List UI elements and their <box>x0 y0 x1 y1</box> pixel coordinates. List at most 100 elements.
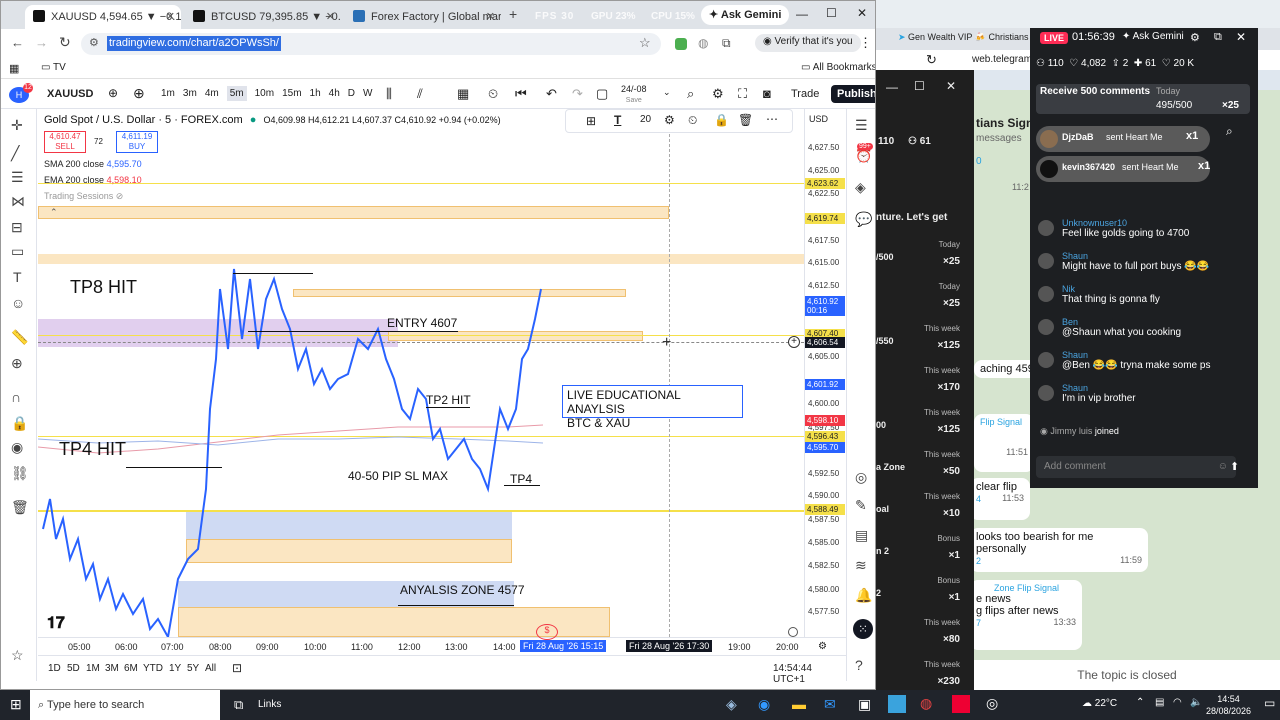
layout-square-icon[interactable]: ▢ <box>596 86 608 102</box>
settings-icon[interactable]: ⚙ <box>818 641 827 652</box>
lock-icon[interactable]: 🔒 <box>714 113 729 127</box>
apps-grid-icon[interactable]: ⁙ <box>853 619 873 639</box>
text-color-icon[interactable]: T <box>614 113 621 127</box>
range-3m[interactable]: 3M <box>105 663 119 674</box>
comment-input[interactable]: Add comment ☺ <box>1036 456 1236 478</box>
more-icon[interactable]: ⋯ <box>766 112 778 126</box>
bookmark-tv[interactable]: ▭ TV <box>41 62 66 73</box>
apps-grid-icon[interactable]: ▦ <box>9 62 19 75</box>
magnet-icon[interactable]: ∩ <box>11 389 21 405</box>
compare-add-icon[interactable]: ⊕ <box>133 85 145 102</box>
range-ytd[interactable]: YTD <box>143 663 163 674</box>
tg-tab[interactable]: ➤ Gen Wealth VIP 🍻 Christians <box>898 32 1028 43</box>
forward-icon[interactable]: → <box>35 35 48 50</box>
network-icon[interactable]: ▤ <box>1155 697 1164 708</box>
weather[interactable]: ☁ 22°C <box>1082 698 1117 709</box>
interval-10m[interactable]: 10m <box>255 88 274 99</box>
add-alert-icon[interactable]: + <box>788 336 800 348</box>
range-5d[interactable]: 5D <box>67 663 80 674</box>
chrome-icon[interactable]: ◍ <box>920 695 932 712</box>
zoom-icon[interactable]: ⊕ <box>11 355 23 372</box>
obs-icon[interactable]: ◎ <box>986 695 998 712</box>
star-icon[interactable]: ☆ <box>11 647 24 664</box>
reload-icon[interactable]: ↻ <box>926 52 937 68</box>
interval-3m[interactable]: 3m <box>183 88 197 99</box>
interval-4h[interactable]: 4h <box>329 88 340 99</box>
interval-15m[interactable]: 15m <box>282 88 301 99</box>
fib-icon[interactable]: ☰ <box>11 169 24 186</box>
price-axis[interactable]: USD 4,627.50 4,625.00 4,622.50 4,617.50 … <box>804 109 846 637</box>
emoji-icon[interactable]: ☺ <box>1218 461 1228 472</box>
range-all[interactable]: All <box>205 663 216 674</box>
undo-icon[interactable]: ↶ <box>546 86 557 102</box>
interval-W[interactable]: W <box>363 88 372 99</box>
eye-icon[interactable]: ◉ <box>11 439 23 456</box>
file-explorer-icon[interactable]: ▬ <box>792 696 806 712</box>
trade-button[interactable]: Trade <box>791 88 819 100</box>
calendar-icon[interactable]: ▤ <box>855 527 868 544</box>
bar-style-icon[interactable]: ⫼ <box>386 86 392 102</box>
range-5y[interactable]: 5Y <box>187 663 199 674</box>
edge-icon[interactable]: ◉ <box>758 696 770 713</box>
sma-legend[interactable]: SMA 200 close 4,595.70 <box>44 159 142 169</box>
settings-icon[interactable]: ⚙ <box>1190 31 1200 44</box>
interval-1m[interactable]: 1m <box>161 88 175 99</box>
emoji-icon[interactable]: ☺ <box>11 295 25 311</box>
minimize-button[interactable]: — <box>796 7 808 21</box>
taskbar-clock[interactable]: 14:54 28/08/2026 <box>1206 693 1251 717</box>
new-tab-icon[interactable]: + <box>509 6 517 22</box>
ask-gemini-button[interactable]: ✦ Ask Gemini <box>701 5 790 25</box>
tray-up-icon[interactable]: ⌃ <box>1136 697 1144 708</box>
verify-identity-button[interactable]: ◉ Verify that it's you <box>755 34 861 52</box>
layers-icon[interactable]: ◈ <box>855 179 866 196</box>
range-1d[interactable]: 1D <box>48 663 61 674</box>
date-range-icon[interactable]: ⊡ <box>232 661 242 675</box>
ema-legend[interactable]: EMA 200 close 4,598.10 <box>44 175 142 185</box>
camera-icon[interactable]: ◙ <box>763 86 771 101</box>
settings-icon[interactable] <box>788 627 798 637</box>
taskbar-links[interactable]: Links <box>258 699 281 710</box>
maximize-button[interactable]: ☐ <box>826 6 837 20</box>
redo-icon[interactable]: ↷ <box>572 86 583 102</box>
taskbar-search[interactable]: ⌕ Type here to search <box>30 690 220 720</box>
tiktok-icon[interactable] <box>952 695 970 713</box>
settings-icon[interactable]: ⚙ <box>664 113 675 127</box>
extension-icon[interactable] <box>675 38 687 50</box>
settings-icon[interactable]: ⚙ <box>712 86 724 102</box>
mail-icon[interactable]: ✉ <box>824 696 836 713</box>
send-icon[interactable]: ⬆ <box>1230 460 1239 473</box>
tab-forex-factory[interactable]: Forex Factory | Global markets✕ <box>345 5 501 29</box>
close-icon[interactable]: ✕ <box>326 10 335 23</box>
minimize-button[interactable]: — <box>886 80 898 94</box>
range-1m[interactable]: 1M <box>86 663 100 674</box>
pencil-icon[interactable]: ✎ <box>855 497 867 514</box>
close-icon[interactable]: ✕ <box>1236 30 1246 44</box>
symbol-search[interactable]: XAUUSD <box>47 88 93 100</box>
watchlist-icon[interactable]: ☰ <box>855 117 868 134</box>
text-icon[interactable]: T <box>13 269 22 285</box>
search-icon[interactable]: ⌕ <box>1226 124 1233 139</box>
interval-1h[interactable]: 1h <box>310 88 321 99</box>
ruler-icon[interactable]: 📏 <box>11 329 28 346</box>
stream-icon[interactable]: ≋ <box>855 557 867 574</box>
tab-xauusd[interactable]: XAUUSD 4,594.65 ▼ −0.15% 2✕ <box>25 5 181 29</box>
close-icon[interactable]: ✕ <box>166 10 175 23</box>
indicators-icon[interactable]: ⫽ <box>417 86 423 102</box>
pattern-icon[interactable]: ⋈ <box>11 193 25 210</box>
crosshair-icon[interactable]: ✛ <box>11 117 23 134</box>
forecast-icon[interactable]: ⊟ <box>11 219 23 236</box>
sessions-legend[interactable]: Trading Sessions ⊘ <box>44 191 123 202</box>
windows-start-icon[interactable]: ⊞ <box>10 696 22 713</box>
chrome-menu-icon[interactable]: ⋮ <box>859 35 872 51</box>
store-icon[interactable]: ▣ <box>858 696 871 713</box>
trash-icon[interactable]: 🗑 <box>11 499 29 516</box>
replay-icon[interactable]: ⏮ <box>515 86 527 102</box>
currency-select[interactable]: USD <box>809 114 828 124</box>
chart-pane[interactable]: + TP8 HIT ENTRY 4607 TP2 HIT TP4 HIT 40-… <box>38 109 804 637</box>
fullscreen-icon[interactable]: ⛶ <box>738 86 747 102</box>
wifi-icon[interactable]: ◠ <box>1173 697 1182 708</box>
close-icon[interactable]: ✕ <box>486 10 495 23</box>
event-flag-icon[interactable]: $ <box>536 624 558 640</box>
chevron-down-icon[interactable]: ⌄ <box>663 87 671 98</box>
layout-icon[interactable]: ⊞ <box>586 114 596 128</box>
